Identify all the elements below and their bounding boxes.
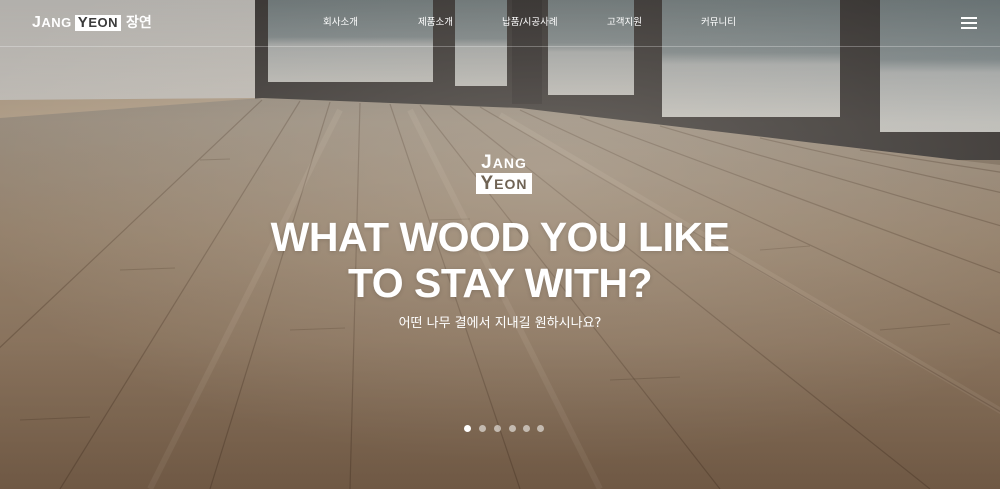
- logo-jang: JANG: [32, 14, 72, 31]
- menu-bar: [961, 22, 977, 24]
- nav-item-products[interactable]: 제품소개: [418, 16, 453, 30]
- slider-dot-3[interactable]: [494, 425, 501, 432]
- brand-logo[interactable]: JANG YEON 장연: [32, 14, 152, 32]
- nav-item-support[interactable]: 고객지원: [607, 16, 642, 30]
- hero-logo: JANG YEON: [476, 152, 532, 194]
- slider-dot-6[interactable]: [537, 425, 544, 432]
- hero-subheadline: 어떤 나무 결에서 지내길 원하시나요?: [398, 316, 602, 331]
- hero-section: JANG YEON 장연 회사소개 제품소개 납품/시공사례 고객지원 커뮤니티…: [0, 0, 1000, 489]
- logo-korean-name: 장연: [125, 15, 152, 31]
- nav-item-company[interactable]: 회사소개: [323, 16, 358, 30]
- hero-logo-yeon: YEON: [476, 173, 532, 194]
- hero-headline-line2: TO STAY WITH?: [347, 260, 653, 306]
- slider-dot-2[interactable]: [479, 425, 486, 432]
- slider-dot-4[interactable]: [509, 425, 516, 432]
- menu-bar: [961, 17, 977, 19]
- logo-yeon: YEON: [74, 15, 121, 31]
- hero-headline: WHAT WOOD YOU LIKE TO STAY WITH?: [0, 214, 1000, 306]
- nav-item-cases[interactable]: 납품/시공사례: [502, 16, 558, 30]
- hamburger-menu-icon[interactable]: [961, 17, 977, 29]
- slider-dot-1[interactable]: [464, 425, 471, 432]
- nav-item-community[interactable]: 커뮤니티: [701, 16, 736, 30]
- hero-headline-line1: WHAT WOOD YOU LIKE: [270, 214, 730, 260]
- site-header: JANG YEON 장연 회사소개 제품소개 납품/시공사례 고객지원 커뮤니티: [0, 0, 1000, 47]
- slider-dot-5[interactable]: [523, 425, 530, 432]
- menu-bar: [961, 27, 977, 29]
- hero-logo-jang: JANG: [481, 152, 527, 173]
